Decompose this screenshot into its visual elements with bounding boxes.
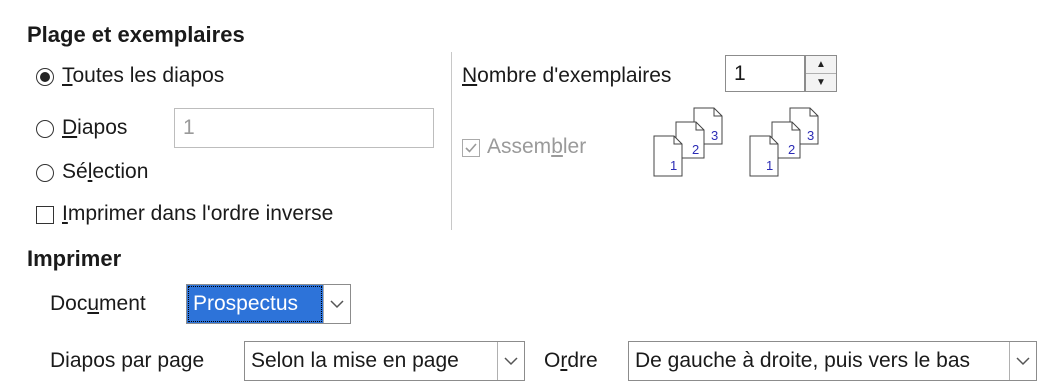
chevron-down-icon[interactable]	[1009, 342, 1036, 380]
radio-selected-dot	[40, 72, 50, 82]
copies-value: 1	[734, 61, 746, 85]
slides-per-page-select[interactable]: Selon la mise en page	[244, 341, 525, 381]
document-label[interactable]: Document	[50, 292, 146, 316]
chevron-down-icon[interactable]	[497, 342, 524, 380]
label-part: ection	[92, 160, 149, 183]
slides-per-page-value: Selon la mise en page	[251, 349, 459, 372]
copies-label[interactable]: Nombre d'exemplaires	[462, 64, 671, 88]
page-stack-icon: 3 2 1	[749, 107, 819, 177]
page-number-3: 3	[711, 128, 718, 143]
page-number-1: 1	[670, 158, 677, 173]
checkmark-icon	[465, 143, 477, 153]
copies-input[interactable]: 1	[725, 55, 805, 92]
collate-pages-icon: 3 2 1 3 2 1	[653, 107, 819, 177]
label-part: O	[544, 349, 561, 372]
label-part: Doc	[50, 292, 88, 315]
label-part: ler	[562, 135, 587, 158]
order-label[interactable]: Ordre	[544, 349, 598, 373]
all-slides-label[interactable]: Toutes les diapos	[62, 64, 224, 88]
page-number-2: 2	[692, 142, 699, 157]
slides-range-input[interactable]: 1	[174, 108, 434, 148]
page-stack-icon: 3 2 1	[653, 107, 723, 177]
mnemonic: T	[62, 64, 73, 87]
document-select[interactable]: Prospectus	[186, 284, 351, 324]
label-part: mprimer dans l'ordre inverse	[67, 202, 334, 225]
page-number-2: 2	[788, 142, 795, 157]
page-number-1: 1	[766, 158, 773, 173]
mnemonic: g	[180, 349, 193, 372]
label-part: Assem	[487, 135, 552, 158]
label-part: ment	[99, 292, 146, 315]
slides-radio[interactable]	[36, 120, 54, 138]
label-part: outes les diapos	[72, 64, 225, 87]
order-select[interactable]: De gauche à droite, puis vers le bas	[628, 341, 1037, 381]
slides-per-page-label[interactable]: Diapos par page	[50, 349, 204, 373]
order-value: De gauche à droite, puis vers le bas	[635, 349, 971, 372]
range-section-title: Plage et exemplaires	[27, 22, 245, 47]
reverse-order-label[interactable]: Imprimer dans l'ordre inverse	[62, 202, 333, 226]
collate-label[interactable]: Assembler	[487, 135, 586, 159]
label-part: dre	[567, 349, 598, 372]
label-part: Diapos par pa	[50, 349, 181, 372]
mnemonic: D	[62, 116, 78, 139]
collate-checkbox[interactable]	[462, 139, 480, 157]
spin-up-icon[interactable]: ▲	[806, 56, 836, 74]
page-number-3: 3	[807, 128, 814, 143]
copies-spinner[interactable]: ▲ ▼	[805, 55, 837, 92]
label-part: e	[192, 349, 205, 372]
slides-label[interactable]: Diapos	[62, 116, 127, 140]
mnemonic: N	[462, 64, 478, 87]
selection-radio[interactable]	[36, 164, 54, 182]
chevron-down-icon[interactable]	[323, 285, 350, 323]
document-select-value: Prospectus	[187, 285, 323, 323]
label-part: iapos	[77, 116, 128, 139]
selection-label[interactable]: Sélection	[62, 160, 148, 184]
spin-down-icon[interactable]: ▼	[806, 74, 836, 91]
slides-range-value: 1	[183, 116, 195, 139]
all-slides-radio[interactable]	[36, 68, 54, 86]
mnemonic: u	[87, 292, 100, 315]
label-part: ombre d'exemplaires	[477, 64, 672, 87]
mnemonic: b	[551, 135, 563, 158]
label-part: Sé	[62, 160, 88, 183]
reverse-order-checkbox[interactable]	[36, 206, 54, 224]
print-section-title: Imprimer	[27, 246, 122, 271]
section-divider	[451, 52, 452, 230]
